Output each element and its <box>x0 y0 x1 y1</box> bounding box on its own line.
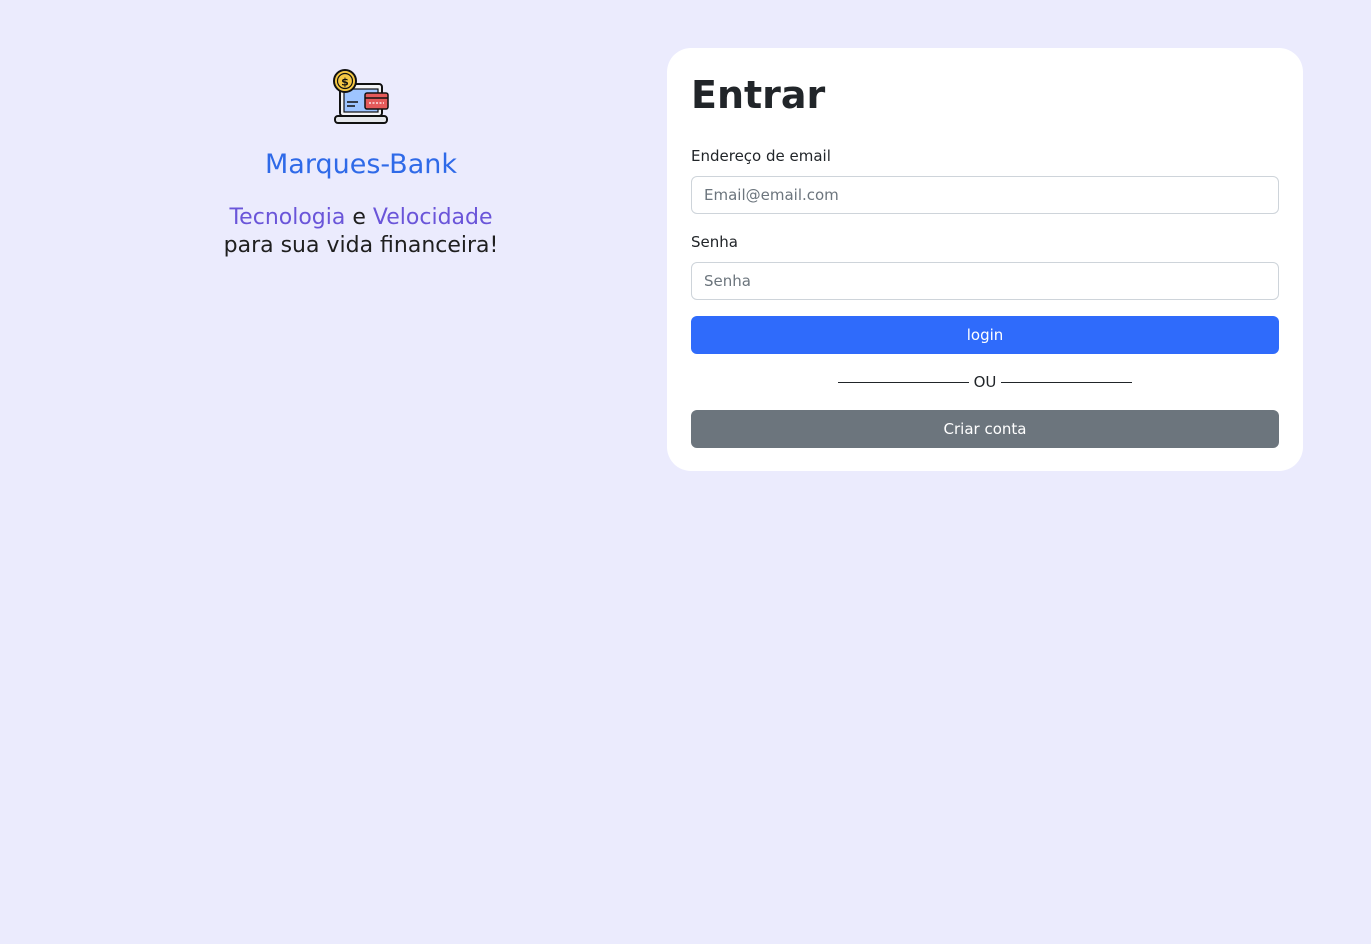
divider-text: OU <box>973 373 997 391</box>
login-card: Entrar Endereço de email Senha login OU … <box>667 48 1303 471</box>
divider-line-left <box>837 381 969 383</box>
or-divider: OU <box>691 372 1279 392</box>
tagline-line2: para sua vida financeira! <box>223 233 499 258</box>
svg-text:$: $ <box>341 76 349 89</box>
email-label: Endereço de email <box>691 147 831 165</box>
login-button[interactable]: login <box>691 316 1279 354</box>
brand-name: Marques-Bank <box>265 149 457 180</box>
tagline: Tecnologia e Velocidade para sua vida fi… <box>130 204 592 260</box>
create-account-button[interactable]: Criar conta <box>691 410 1279 448</box>
brand-panel: $ Marques-Bank Tecnologia e Velocidade p… <box>130 68 592 260</box>
email-input[interactable] <box>691 176 1279 214</box>
tagline-conjunction: e <box>352 205 366 230</box>
password-input[interactable] <box>691 262 1279 300</box>
divider-line-right <box>1001 381 1133 383</box>
login-title: Entrar <box>691 73 826 117</box>
tagline-word-speed: Velocidade <box>372 205 493 230</box>
password-label: Senha <box>691 233 738 251</box>
tagline-word-technology: Tecnologia <box>229 205 346 230</box>
laptop-payment-icon: $ <box>333 69 389 124</box>
